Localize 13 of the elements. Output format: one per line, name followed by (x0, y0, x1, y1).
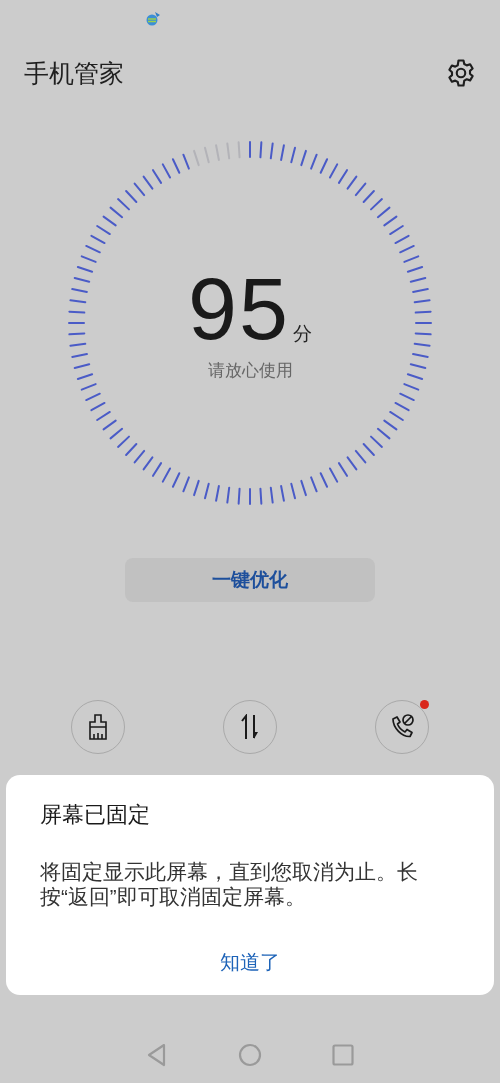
got-it-button[interactable]: 知道了 (210, 945, 290, 980)
dialog-title: 屏幕已固定 (40, 801, 151, 829)
settings-icon[interactable] (446, 58, 476, 88)
app-title: 手机管家 (24, 57, 124, 89)
brush-icon (86, 714, 110, 740)
optimize-button[interactable]: 一键优化 (125, 558, 375, 602)
arrows-icon (239, 714, 261, 740)
carrier-icon (146, 10, 161, 26)
score-value: 95 (188, 264, 290, 353)
score-caption: 请放心使用 (207, 359, 293, 382)
notification-dot (420, 700, 429, 709)
dialog-message: 将固定显示此屏幕，直到您取消为止。长按“返回”即可取消固定屏幕。 (40, 859, 418, 909)
score-unit: 分 (292, 321, 312, 346)
